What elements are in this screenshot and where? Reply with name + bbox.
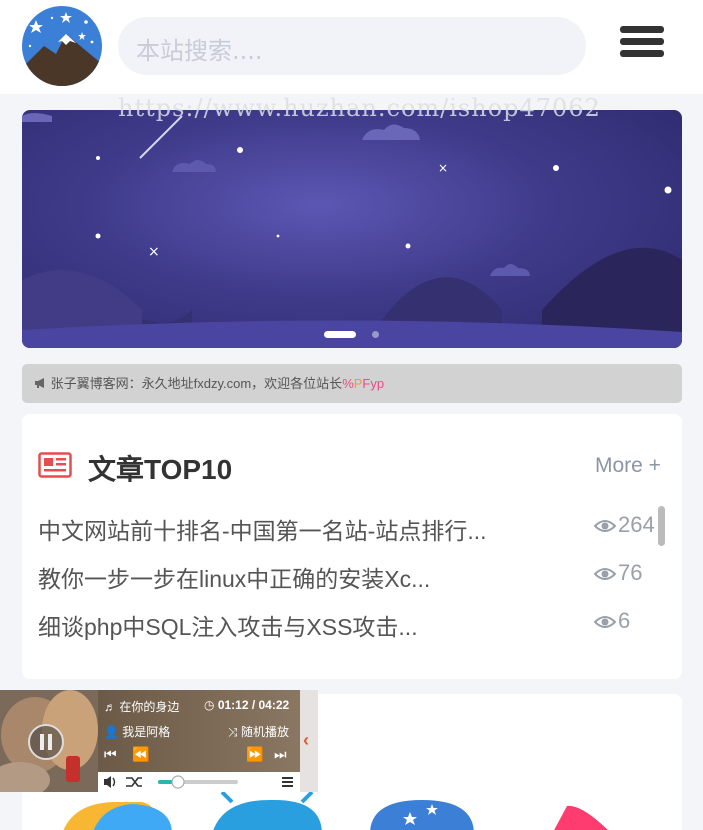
newspaper-icon: [38, 452, 72, 478]
list-item[interactable]: 细谈php中SQL注入攻击与XSS攻击... 6: [38, 608, 658, 648]
svg-text:×: ×: [438, 161, 448, 175]
next-track-icon[interactable]: ⏭: [274, 746, 287, 763]
megaphone-icon: [34, 376, 51, 391]
progress-handle[interactable]: [171, 775, 185, 789]
article-title[interactable]: 教你一步一步在linux中正确的安装Xc...: [38, 560, 430, 594]
eye-icon: [594, 520, 616, 533]
scrollbar[interactable]: [658, 506, 665, 546]
chevron-left-icon: ‹: [303, 730, 309, 750]
card-title: 文章TOP10: [88, 454, 233, 485]
artist-name: 👤 我是阿格: [104, 725, 171, 739]
notice-text: 张子翼博客网：永久地址fxdzy.com，欢迎各位站长: [50, 376, 343, 391]
hamburger-menu-icon[interactable]: [620, 26, 664, 66]
site-logo[interactable]: [22, 6, 102, 86]
play-time: ◷ 01:12 / 04:22: [204, 698, 290, 712]
prev-track-icon[interactable]: ⏮: [104, 746, 117, 763]
list-item[interactable]: 教你一步一步在linux中正确的安装Xc... 76: [38, 560, 658, 600]
article-title[interactable]: 细谈php中SQL注入攻击与XSS攻击...: [38, 608, 418, 642]
site-header: 本站搜索....: [0, 0, 703, 94]
notice-suffix: %: [342, 376, 354, 391]
search-placeholder: 本站搜索....: [136, 37, 263, 65]
view-count: 264: [594, 512, 655, 538]
banner-illustration: × ×: [22, 113, 682, 348]
article-top10-card: 文章TOP10 More + 中文网站前十排名-中国第一名站-站点排行... 2…: [22, 414, 682, 679]
watermark-text: https://www.huzhan.com/ishop47062: [118, 94, 601, 122]
list-item[interactable]: 中文网站前十排名-中国第一名站-站点排行... 264: [38, 512, 658, 552]
eye-icon: [594, 616, 616, 629]
song-title: ♬ 在你的身边: [104, 700, 180, 714]
svg-text:×: ×: [148, 244, 160, 260]
fast-forward-icon[interactable]: ⏩: [246, 746, 263, 763]
album-cover[interactable]: [0, 690, 98, 792]
player-toggle-handle[interactable]: ‹: [300, 690, 318, 792]
notice-suffix: Fyp: [362, 376, 385, 391]
article-title[interactable]: 中文网站前十排名-中国第一名站-站点排行...: [38, 512, 487, 546]
eye-icon: [594, 568, 616, 581]
search-input[interactable]: 本站搜索....: [118, 17, 586, 75]
player-info-panel: ♬ 在你的身边 ◷ 01:12 / 04:22 👤 我是阿格 ⤨ 随机播放 ⏮ …: [98, 690, 300, 772]
view-count: 6: [594, 608, 630, 634]
music-player[interactable]: ♬ 在你的身边 ◷ 01:12 / 04:22 👤 我是阿格 ⤨ 随机播放 ⏮ …: [0, 690, 318, 792]
shuffle-icon[interactable]: [126, 777, 142, 787]
view-count: 76: [594, 560, 642, 586]
playlist-icon[interactable]: [282, 777, 293, 787]
carousel-dot[interactable]: [372, 331, 379, 338]
more-link[interactable]: More +: [595, 454, 661, 478]
carousel-dot-active[interactable]: [324, 331, 356, 338]
play-mode[interactable]: ⤨ 随机播放: [228, 723, 289, 740]
notice-bar: 张子翼博客网：永久地址fxdzy.com，欢迎各位站长%PFyp: [22, 364, 682, 403]
player-controls-bar: [98, 772, 300, 792]
volume-icon[interactable]: [104, 776, 116, 788]
banner-carousel[interactable]: × ×: [22, 110, 682, 348]
rewind-icon[interactable]: ⏪: [132, 746, 149, 763]
